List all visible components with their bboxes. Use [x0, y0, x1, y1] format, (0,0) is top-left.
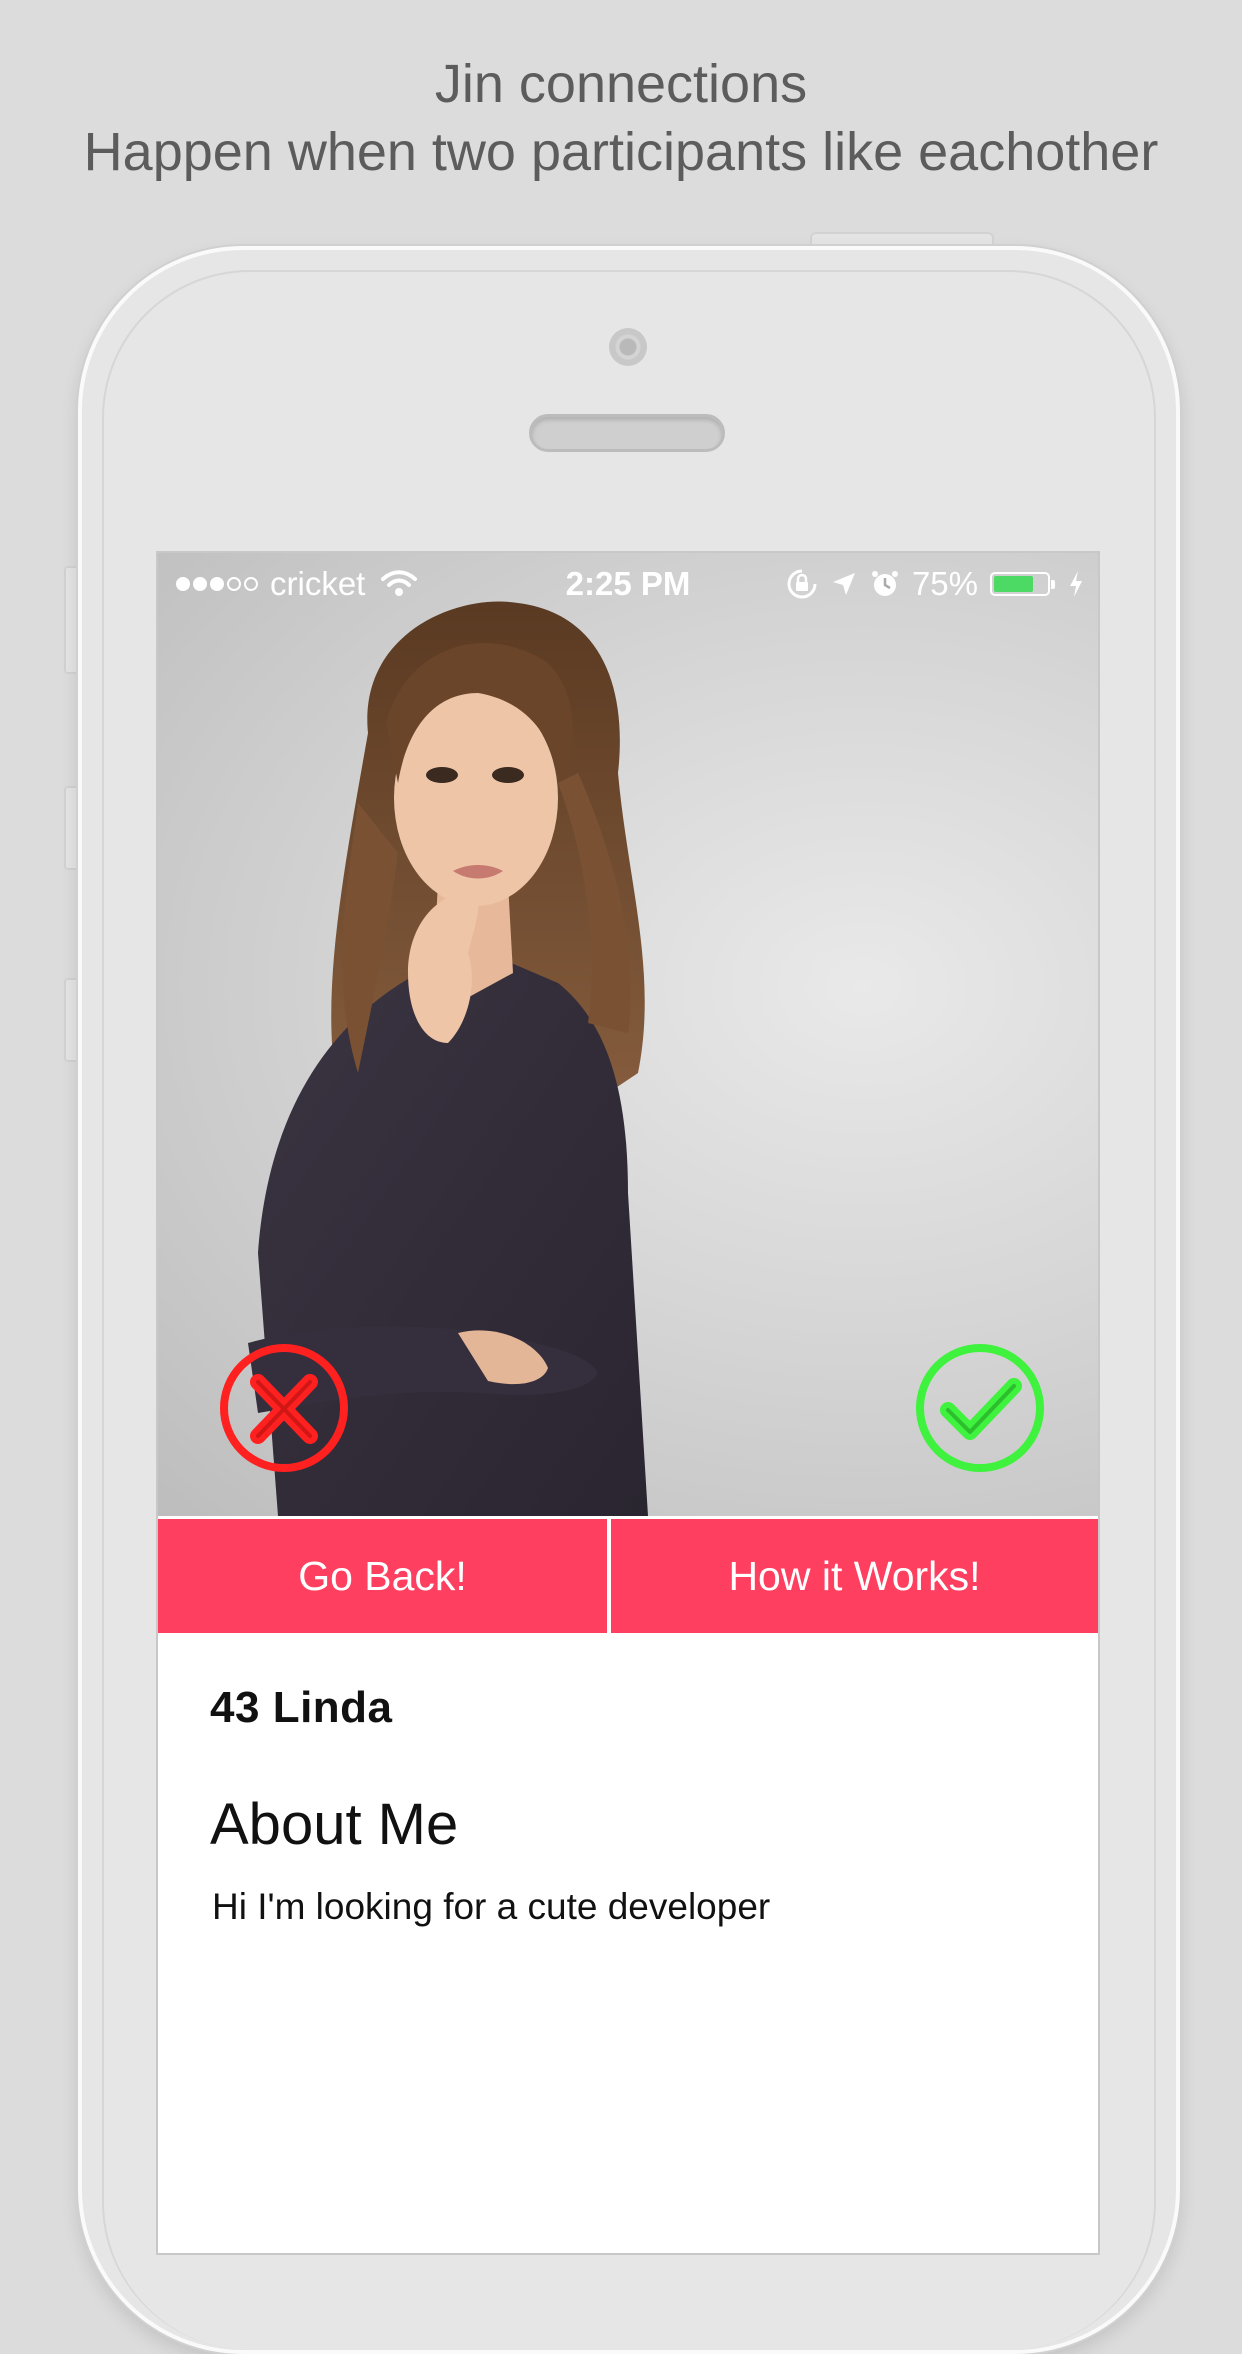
- location-icon: [832, 573, 855, 595]
- x-circle-icon: [220, 1344, 348, 1472]
- profile-photo[interactable]: cricket 2:25 PM 75%: [158, 553, 1098, 1516]
- charging-bolt-icon: [1070, 571, 1082, 597]
- front-camera: [609, 328, 647, 366]
- status-bar-right: 75%: [786, 553, 1084, 615]
- go-back-button[interactable]: Go Back!: [158, 1519, 607, 1633]
- app-screen: cricket 2:25 PM 75% Go Back! How it Work…: [158, 553, 1098, 2253]
- alarm-icon: [871, 571, 898, 596]
- profile-details: 43 Linda About Me Hi I'm looking for a c…: [210, 1683, 1070, 1928]
- about-me-heading: About Me: [210, 1792, 459, 1857]
- accept-button[interactable]: [914, 1342, 1046, 1474]
- headline: Jin connections Happen when two particip…: [0, 50, 1242, 186]
- profile-name-line: 43 Linda: [210, 1683, 1070, 1733]
- battery-level-fill: [994, 576, 1033, 592]
- headline-line-1: Jin connections: [434, 54, 808, 114]
- action-bar: Go Back! How it Works!: [158, 1519, 1098, 1633]
- battery-icon: [990, 572, 1055, 596]
- about-me-text: Hi I'm looking for a cute developer: [212, 1886, 771, 1927]
- profile-age: 43: [210, 1683, 260, 1732]
- reject-button[interactable]: [218, 1342, 350, 1474]
- battery-percent: 75%: [911, 565, 978, 602]
- profile-name: Linda: [272, 1683, 393, 1732]
- how-it-works-button[interactable]: How it Works!: [611, 1519, 1098, 1633]
- headline-line-2: Happen when two participants like eachot…: [83, 122, 1159, 182]
- rotation-lock-icon: [787, 569, 817, 599]
- check-circle-icon: [916, 1344, 1044, 1472]
- earpiece-speaker: [529, 414, 725, 452]
- status-bar: cricket 2:25 PM 75%: [158, 553, 1098, 615]
